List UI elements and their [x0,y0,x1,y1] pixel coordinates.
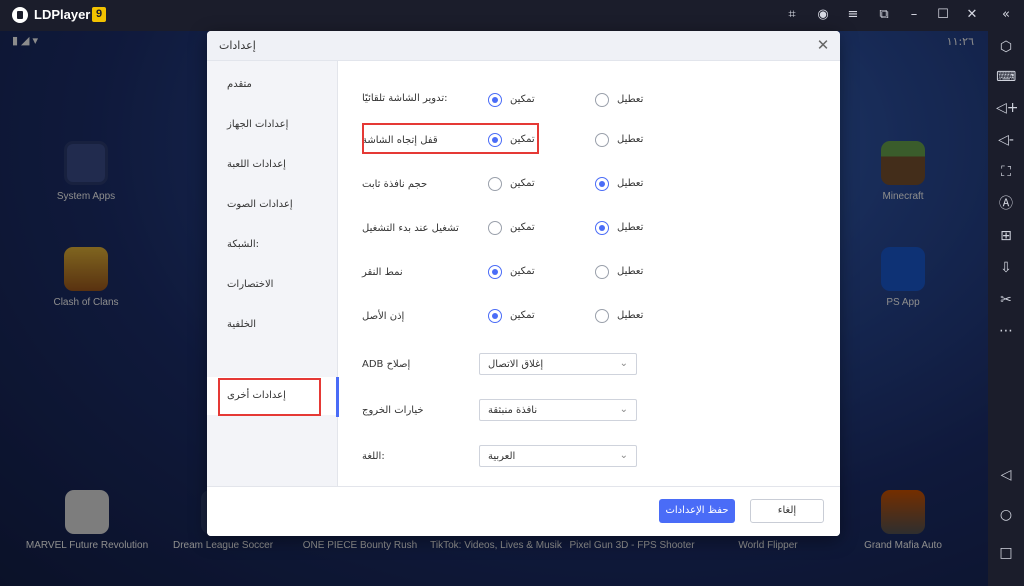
run-on-startup-disable-radio[interactable] [595,221,609,235]
chevron-down-icon: ⌄ [619,358,628,369]
home-icon[interactable]: ○ [996,505,1016,525]
auto-operate-icon[interactable]: Ⓐ [996,194,1016,214]
chevron-down-icon: ⌄ [619,404,628,415]
tap-mode-disable-radio[interactable] [595,265,609,279]
lock-orientation-disable-radio[interactable] [595,133,609,147]
auto-rotate-enable-radio[interactable] [488,93,502,107]
setting-language-label: اللغة: [362,451,385,462]
nav-advanced[interactable]: متقدم [207,67,338,103]
settings-nav: متقدم إعدادات الجهاز إعدادات اللعبة إعدا… [207,61,339,486]
setting-exit-options-label: خيارات الخروج [362,405,424,416]
multi-instance-icon[interactable]: ⊞ [996,226,1016,246]
version-badge: 9 [92,7,106,22]
settings-dialog: إعدادات ✕ متقدم إعدادات الجهاز إعدادات ا… [207,31,840,536]
option-label: تعطيل [617,266,644,277]
screenshot-icon[interactable]: ⧉ [876,7,892,23]
option-label: تعطيل [617,222,644,233]
option-label: تعطيل [617,94,644,105]
highlight-box-nav [218,378,321,416]
menu-icon[interactable]: ≡ [845,7,861,23]
save-settings-button[interactable]: حفظ الإعدادات [659,499,735,523]
chevron-down-icon: ⌄ [619,450,628,461]
tap-mode-enable-radio[interactable] [488,265,502,279]
setting-adb-fix-label: ADB إصلاح [362,359,411,370]
setting-run-on-startup-label: تشغيل عند بدء التشغيل [362,223,459,234]
more-icon[interactable]: ⋯ [996,321,1016,341]
scissors-icon[interactable]: ✂ [996,290,1016,310]
maximize-icon[interactable]: ☐ [935,7,951,23]
nav-network[interactable]: الشبكة: [207,227,338,263]
volume-up-icon[interactable]: ◁+ [996,98,1019,118]
dialog-footer: حفظ الإعدادات إلغاء [207,486,840,536]
run-on-startup-enable-radio[interactable] [488,221,502,235]
select-value: العربية [488,451,516,462]
apk-install-icon[interactable]: ⇩ [996,258,1016,278]
keyboard-icon[interactable]: ⌨ [996,67,1016,87]
title-bar: LDPlayer 9 ⌗ ◉ ≡ ⧉ – ☐ ✕ « [0,0,1024,31]
dialog-title: إعدادات [219,39,256,52]
ldplayer-logo-icon [12,7,28,23]
fixed-window-enable-radio[interactable] [488,177,502,191]
setting-fixed-window-label: حجم نافذة ثابت [362,179,428,190]
account-icon[interactable]: ◉ [815,7,831,23]
option-label: تعطيل [617,310,644,321]
select-value: نافذة منبثقة [488,405,538,416]
minimize-icon[interactable]: – [906,7,922,23]
setting-tap-mode-label: نمط النقر [362,267,403,278]
volume-down-icon[interactable]: ◁- [996,130,1016,150]
language-select[interactable]: العربية ⌄ [479,445,637,467]
nav-device-settings[interactable]: إعدادات الجهاز [207,107,338,143]
option-label: تعطيل [617,178,644,189]
cancel-button[interactable]: إلغاء [750,499,824,523]
gamepad-icon[interactable]: ⌗ [784,7,800,23]
option-label: تمكين [510,222,535,233]
root-permission-enable-radio[interactable] [488,309,502,323]
auto-rotate-disable-radio[interactable] [595,93,609,107]
option-label: تعطيل [617,134,644,145]
dialog-close-icon[interactable]: ✕ [814,36,832,54]
app-name: LDPlayer [34,7,91,22]
select-value: إغلاق الاتصال [488,359,544,370]
nav-sound-settings[interactable]: إعدادات الصوت [207,187,338,223]
adb-fix-select[interactable]: إغلاق الاتصال ⌄ [479,353,637,375]
recents-icon[interactable]: □ [996,543,1016,563]
root-permission-disable-radio[interactable] [595,309,609,323]
settings-content: تدوير الشاشة تلقائيًا: تمكين تعطيل قفل إ… [338,61,840,486]
setting-auto-rotate-label: تدوير الشاشة تلقائيًا: [362,93,448,104]
settings-hex-icon[interactable]: ⬡ [996,37,1016,57]
collapse-icon[interactable]: « [998,7,1014,23]
nav-game-settings[interactable]: إعدادات اللعبة [207,147,338,183]
option-label: تمكين [510,178,535,189]
side-toolbar: ⬡ ⌨ ◁+ ◁- ⛶ Ⓐ ⊞ ⇩ ✂ ⋯ ◁ ○ □ [988,31,1024,586]
option-label: تمكين [510,94,535,105]
dialog-header: إعدادات ✕ [207,31,840,61]
nav-background[interactable]: الخلفية [207,307,338,343]
close-icon[interactable]: ✕ [964,7,980,23]
exit-options-select[interactable]: نافذة منبثقة ⌄ [479,399,637,421]
nav-shortcuts[interactable]: الاختصارات [207,267,338,303]
option-label: تمكين [510,266,535,277]
back-icon[interactable]: ◁ [996,465,1016,485]
setting-root-permission-label: إذن الأصل [362,311,405,322]
highlight-box-setting [362,123,539,154]
option-label: تمكين [510,310,535,321]
fixed-window-disable-radio[interactable] [595,177,609,191]
fullscreen-icon[interactable]: ⛶ [996,162,1016,182]
